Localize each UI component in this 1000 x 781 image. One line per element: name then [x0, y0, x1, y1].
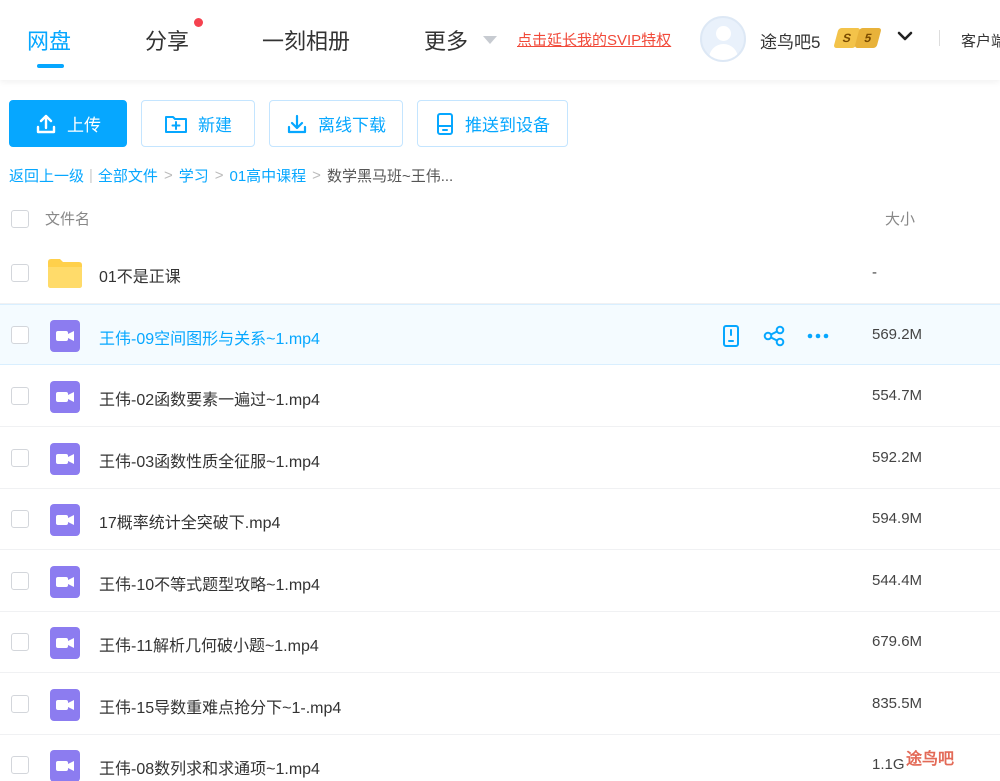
video-file-icon: [50, 627, 80, 659]
avatar[interactable]: [700, 16, 746, 62]
row-checkbox[interactable]: [11, 695, 29, 713]
table-row[interactable]: 王伟-08数列求和求通项~1.mp4 1.1G: [0, 735, 1000, 781]
new-folder-icon: [165, 115, 187, 133]
new-folder-label: 新建: [198, 116, 232, 135]
breadcrumb-item[interactable]: 01高中课程: [229, 165, 306, 186]
download-icon: [287, 114, 307, 133]
file-name[interactable]: 王伟-02函数要素一遍过~1.mp4: [99, 386, 320, 410]
divider: [939, 30, 940, 46]
file-size: 679.6M: [872, 633, 923, 650]
table-row[interactable]: 王伟-15导数重难点抢分下~1-.mp4 835.5M: [0, 674, 1000, 735]
svip-renew-link[interactable]: 点击延长我的SVIP特权: [517, 29, 671, 50]
file-name[interactable]: 王伟-15导数重难点抢分下~1-.mp4: [99, 694, 341, 718]
top-navigation-bar: 网盘 分享 一刻相册 更多 点击延长我的SVIP特权 途鸟吧5 S 5 客户端: [0, 0, 1000, 80]
push-to-device-label: 推送到设备: [465, 116, 550, 135]
file-size: 1.1G: [872, 756, 905, 773]
table-row[interactable]: 王伟-09空间图形与关系~1.mp4 569.2M: [0, 304, 1000, 365]
nav-tab-share[interactable]: 分享: [145, 24, 189, 56]
nav-tab-moment-album[interactable]: 一刻相册: [262, 24, 350, 56]
row-checkbox[interactable]: [11, 633, 29, 651]
watermark-logo: 途鸟吧: [906, 751, 955, 768]
select-all-checkbox[interactable]: [11, 210, 29, 228]
table-row[interactable]: 王伟-03函数性质全征服~1.mp4 592.2M: [0, 428, 1000, 489]
file-name[interactable]: 王伟-10不等式题型攻略~1.mp4: [99, 571, 320, 595]
nav-tab-more[interactable]: 更多: [424, 24, 468, 56]
table-row[interactable]: 01不是正课 -: [0, 243, 1000, 304]
file-name[interactable]: 王伟-11解析几何破小题~1.mp4: [99, 632, 319, 656]
row-checkbox[interactable]: [11, 387, 29, 405]
table-row[interactable]: 王伟-11解析几何破小题~1.mp4 679.6M: [0, 612, 1000, 673]
file-size: 554.7M: [872, 387, 923, 404]
file-name[interactable]: 17概率统计全突破下.mp4: [99, 509, 280, 533]
upload-button[interactable]: 上传: [9, 100, 127, 147]
push-to-device-icon[interactable]: [720, 324, 742, 348]
file-name[interactable]: 王伟-03函数性质全征服~1.mp4: [99, 448, 320, 472]
video-file-icon: [50, 689, 80, 721]
back-link[interactable]: 返回上一级: [9, 165, 84, 186]
device-icon: [437, 112, 453, 135]
file-name[interactable]: 王伟-08数列求和求通项~1.mp4: [99, 755, 320, 779]
notification-dot: [194, 18, 203, 27]
row-checkbox[interactable]: [11, 510, 29, 528]
breadcrumb-item[interactable]: 全部文件: [98, 165, 158, 186]
more-caret-icon[interactable]: [483, 36, 497, 44]
breadcrumb-item[interactable]: 学习: [179, 165, 209, 186]
share-icon[interactable]: [762, 324, 786, 348]
file-size: 544.4M: [872, 572, 923, 589]
video-file-icon: [50, 750, 80, 781]
offline-download-button[interactable]: 离线下载: [269, 100, 403, 147]
client-download-link[interactable]: 客户端: [961, 30, 1000, 51]
file-name[interactable]: 王伟-09空间图形与关系~1.mp4: [99, 325, 320, 349]
nav-tab-netdisk[interactable]: 网盘: [27, 24, 71, 56]
row-checkbox[interactable]: [11, 756, 29, 774]
file-size: 569.2M: [872, 326, 923, 343]
breadcrumb: 返回上一级 | 全部文件 > 学习 > 01高中课程 > 数学黑马班~王伟...: [9, 165, 454, 186]
push-to-device-button[interactable]: 推送到设备: [417, 100, 568, 147]
new-folder-button[interactable]: 新建: [141, 100, 255, 147]
active-tab-indicator: [37, 64, 64, 68]
upload-icon: [36, 114, 56, 133]
file-size: 594.9M: [872, 510, 923, 527]
table-row[interactable]: 王伟-02函数要素一遍过~1.mp4 554.7M: [0, 366, 1000, 427]
more-options-icon[interactable]: [806, 324, 830, 348]
column-header-name[interactable]: 文件名: [45, 208, 90, 229]
video-file-icon: [50, 381, 80, 413]
video-file-icon: [50, 320, 80, 352]
vip-level-badge: S 5: [833, 28, 882, 48]
video-file-icon: [50, 443, 80, 475]
table-row[interactable]: 王伟-10不等式题型攻略~1.mp4 544.4M: [0, 551, 1000, 612]
username[interactable]: 途鸟吧5: [760, 28, 820, 53]
row-checkbox[interactable]: [11, 449, 29, 467]
file-name[interactable]: 01不是正课: [99, 263, 181, 287]
column-header-size[interactable]: 大小: [885, 208, 915, 229]
file-size: -: [872, 264, 877, 281]
offline-download-label: 离线下载: [318, 116, 386, 135]
row-actions: [720, 324, 830, 348]
row-checkbox[interactable]: [11, 572, 29, 590]
folder-icon: [48, 259, 82, 288]
file-size: 592.2M: [872, 449, 923, 466]
row-checkbox[interactable]: [11, 264, 29, 282]
file-size: 835.5M: [872, 695, 923, 712]
video-file-icon: [50, 504, 80, 536]
table-row[interactable]: 17概率统计全突破下.mp4 594.9M: [0, 489, 1000, 550]
row-checkbox[interactable]: [11, 326, 29, 344]
breadcrumb-current: 数学黑马班~王伟...: [326, 168, 454, 185]
video-file-icon: [50, 566, 80, 598]
chevron-down-icon[interactable]: [896, 27, 914, 45]
upload-label: 上传: [67, 116, 101, 135]
